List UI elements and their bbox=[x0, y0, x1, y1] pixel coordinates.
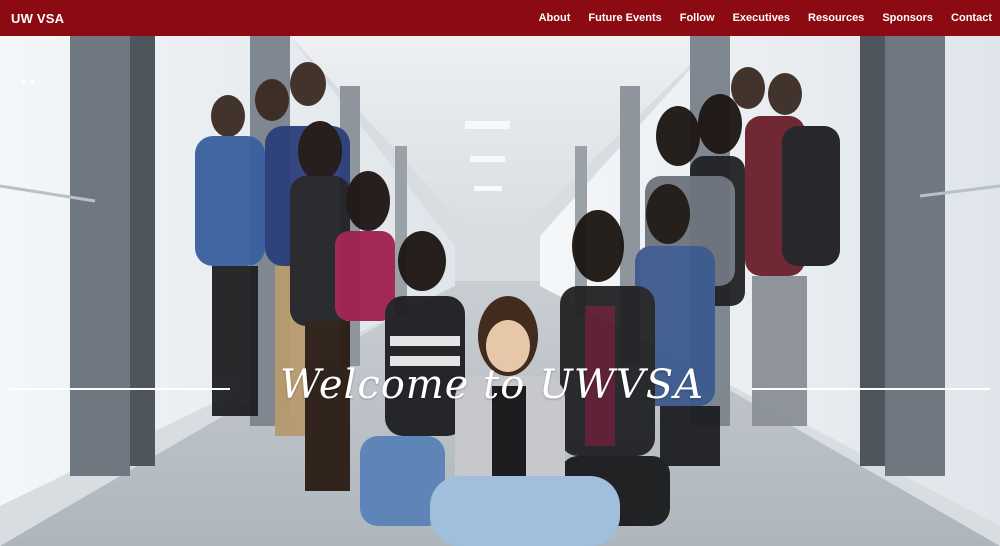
headline-divider-right bbox=[752, 388, 990, 390]
nav-link-about[interactable]: About bbox=[530, 12, 580, 24]
slide-dot[interactable] bbox=[30, 80, 34, 84]
hero-banner-photo: Welcome to UWVSA bbox=[0, 36, 1000, 546]
nav-link-follow[interactable]: Follow bbox=[671, 12, 724, 24]
hero-headline: Welcome to UWVSA bbox=[280, 362, 704, 408]
nav-link-executives[interactable]: Executives bbox=[724, 12, 799, 24]
brand-logo-text[interactable]: UW VSA bbox=[11, 11, 64, 26]
nav-links: About Future Events Follow Executives Re… bbox=[530, 12, 992, 24]
nav-link-resources[interactable]: Resources bbox=[799, 12, 873, 24]
nav-link-contact[interactable]: Contact bbox=[942, 12, 992, 24]
slide-dot[interactable] bbox=[22, 80, 26, 84]
top-navbar: UW VSA About Future Events Follow Execut… bbox=[0, 0, 1000, 36]
slide-indicator-dots[interactable] bbox=[22, 80, 34, 84]
hallway-group-photo bbox=[0, 36, 1000, 546]
nav-link-sponsors[interactable]: Sponsors bbox=[873, 12, 942, 24]
nav-link-future-events[interactable]: Future Events bbox=[579, 12, 670, 24]
headline-divider-left bbox=[10, 388, 230, 390]
